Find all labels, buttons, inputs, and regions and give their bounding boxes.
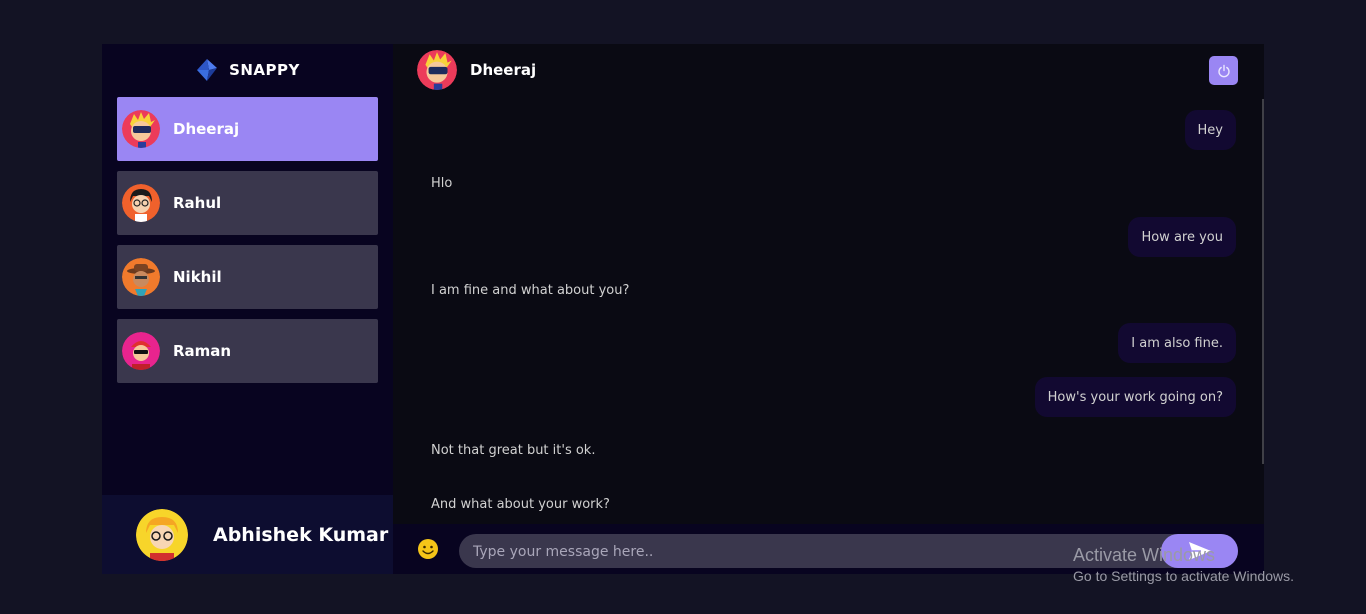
contact-name: Nikhil	[173, 268, 222, 286]
chat-header: Dheeraj	[393, 44, 1264, 96]
chat-app: SNAPPY Dheeraj Rahul Nikhil Raman Abhish…	[102, 44, 1264, 574]
current-user-panel: Abhishek Kumar	[102, 495, 393, 574]
message-sent: I am also fine.	[1118, 323, 1236, 363]
current-user-name: Abhishek Kumar	[213, 523, 389, 546]
contact-name: Rahul	[173, 194, 222, 212]
chat-header-avatar	[417, 50, 457, 90]
message-sent: Hey	[1184, 110, 1236, 150]
message-received: I am fine and what about you?	[431, 282, 630, 298]
contacts-sidebar: SNAPPY Dheeraj Rahul Nikhil Raman Abhish…	[102, 44, 393, 574]
contact-list: Dheeraj Rahul Nikhil Raman	[117, 97, 378, 393]
contact-avatar	[122, 184, 160, 222]
snappy-logo-icon	[197, 59, 218, 81]
brand-name: SNAPPY	[229, 61, 300, 79]
brand: SNAPPY	[102, 44, 393, 96]
windows-activation-watermark: Activate Windows Go to Settings to activ…	[1073, 545, 1294, 584]
contact-item-nikhil[interactable]: Nikhil	[117, 245, 378, 309]
contact-item-dheeraj[interactable]: Dheeraj	[117, 97, 378, 161]
chat-header-name: Dheeraj	[470, 61, 537, 79]
contact-avatar	[122, 258, 160, 296]
message-received: Hlo	[431, 175, 453, 191]
power-icon	[1217, 64, 1230, 77]
message-scrollbar[interactable]	[1262, 99, 1264, 464]
emoji-icon[interactable]	[417, 538, 439, 560]
contact-avatar	[122, 110, 160, 148]
contact-name: Dheeraj	[173, 120, 240, 138]
contact-avatar	[122, 332, 160, 370]
contact-name: Raman	[173, 342, 232, 360]
contact-item-rahul[interactable]: Rahul	[117, 171, 378, 235]
logout-button[interactable]	[1209, 56, 1238, 85]
message-input[interactable]	[459, 534, 1155, 570]
message-list: Hey Hlo How are you I am fine and what a…	[393, 96, 1264, 524]
chat-panel: Dheeraj Hey Hlo How are you I am fine an…	[393, 44, 1264, 574]
message-received: And what about your work?	[431, 496, 610, 512]
current-user-avatar	[136, 508, 188, 561]
message-received: Not that great but it's ok.	[431, 442, 596, 458]
watermark-subtitle: Go to Settings to activate Windows.	[1073, 568, 1294, 584]
watermark-title: Activate Windows	[1073, 545, 1216, 565]
message-sent: How's your work going on?	[1034, 377, 1236, 417]
contact-item-raman[interactable]: Raman	[117, 319, 378, 383]
message-sent: How are you	[1128, 217, 1236, 257]
